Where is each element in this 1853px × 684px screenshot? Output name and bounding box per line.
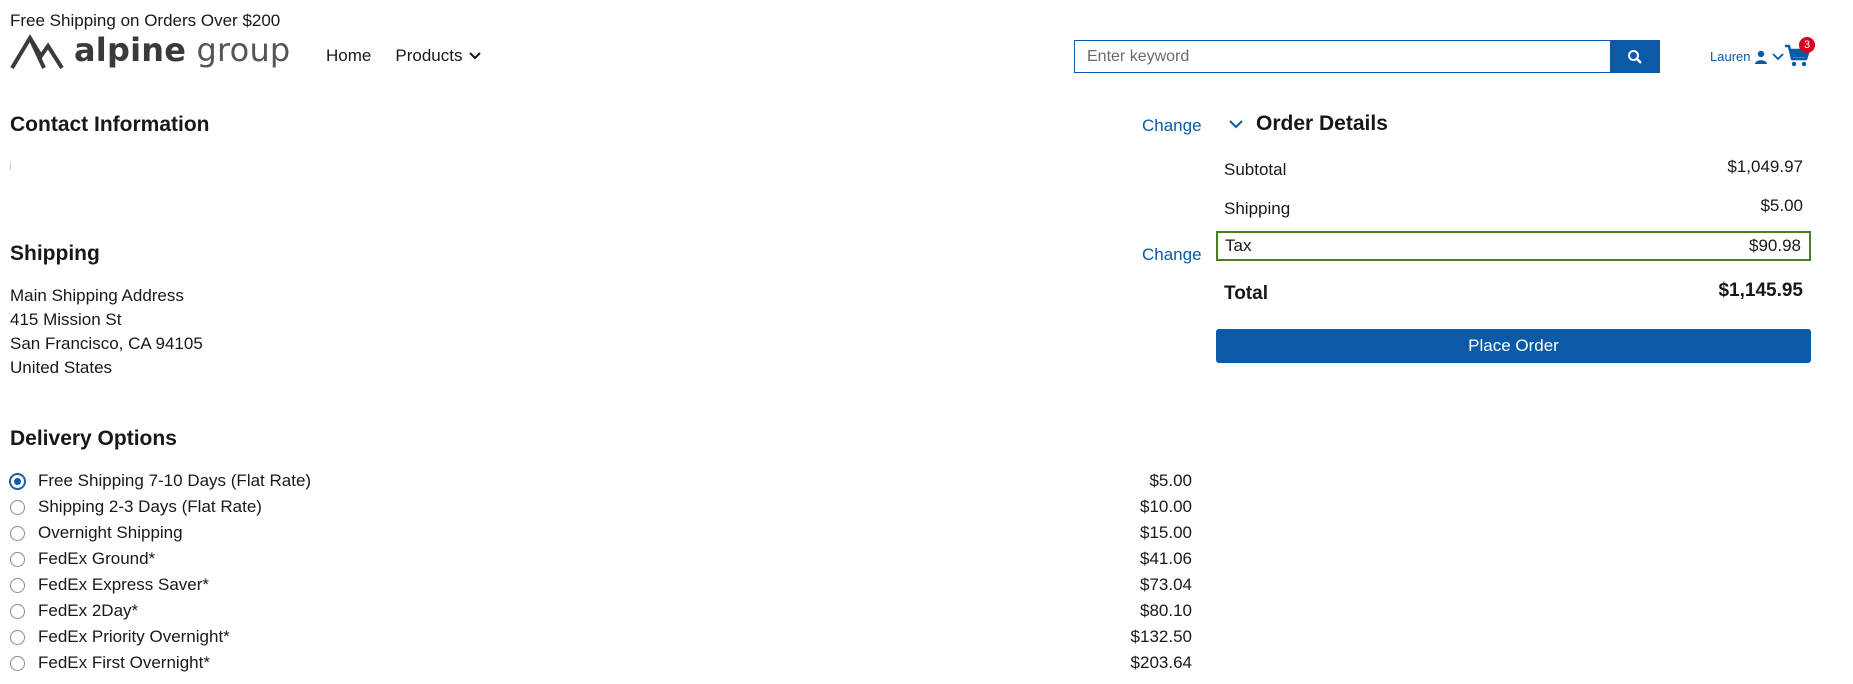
delivery-option-label: FedEx Priority Overnight* bbox=[38, 627, 230, 646]
radio-button[interactable] bbox=[10, 525, 25, 541]
delivery-title: Delivery Options bbox=[10, 427, 177, 450]
logo-word-group: group bbox=[196, 31, 291, 69]
delivery-option-label: Free Shipping 7-10 Days (Flat Rate) bbox=[38, 471, 312, 490]
nav-home-label: Home bbox=[326, 46, 372, 65]
delivery-option-label: FedEx First Overnight* bbox=[38, 653, 210, 672]
tax-label: Tax bbox=[1225, 236, 1252, 255]
delivery-option[interactable]: FedEx 2Day* $80.10 bbox=[10, 598, 1192, 624]
place-order-button[interactable]: Place Order bbox=[1216, 329, 1811, 363]
divider bbox=[10, 162, 11, 170]
logo-word-alpine: alpine bbox=[74, 31, 187, 69]
search-input[interactable] bbox=[1074, 40, 1610, 73]
nav-home[interactable]: Home bbox=[326, 46, 371, 66]
chevron-down-icon bbox=[469, 52, 482, 60]
user-menu[interactable]: Lauren bbox=[1710, 49, 1785, 64]
delivery-option-price: $73.04 bbox=[1140, 575, 1192, 594]
logo[interactable]: alpine group bbox=[10, 34, 290, 70]
logo-text: alpine group bbox=[74, 34, 290, 66]
delivery-option-price: $5.00 bbox=[1149, 471, 1192, 490]
shipping-cost-label: Shipping bbox=[1224, 199, 1291, 218]
search-button[interactable] bbox=[1610, 40, 1660, 73]
radio-button[interactable] bbox=[10, 551, 25, 567]
tax-value: $90.98 bbox=[1749, 236, 1801, 255]
shipping-title: Shipping bbox=[10, 242, 100, 265]
total-value: $1,145.95 bbox=[1718, 280, 1803, 301]
order-details-title: Order Details bbox=[1256, 112, 1388, 135]
promo-banner: Free Shipping on Orders Over $200 bbox=[10, 11, 281, 30]
nav-products-label: Products bbox=[395, 46, 463, 65]
main-nav: Home Products bbox=[326, 46, 482, 66]
radio-button[interactable] bbox=[10, 577, 25, 593]
delivery-option[interactable]: Overnight Shipping $15.00 bbox=[10, 520, 1192, 546]
delivery-option[interactable]: FedEx Ground* $41.06 bbox=[10, 546, 1192, 572]
address-line: United States bbox=[10, 358, 113, 377]
contact-change-link[interactable]: Change bbox=[1142, 116, 1202, 136]
chevron-down-icon bbox=[1772, 52, 1785, 60]
delivery-option-label: FedEx 2Day* bbox=[38, 601, 139, 620]
delivery-option[interactable]: Free Shipping 7-10 Days (Flat Rate) $5.0… bbox=[10, 468, 1192, 494]
shipping-cost-value: $5.00 bbox=[1760, 196, 1803, 215]
radio-button[interactable] bbox=[10, 499, 25, 515]
contact-title: Contact Information bbox=[10, 113, 210, 136]
cart-button[interactable]: 3 bbox=[1784, 37, 1815, 73]
search-icon bbox=[1628, 49, 1642, 64]
radio-button[interactable] bbox=[10, 655, 25, 671]
user-icon bbox=[1755, 50, 1768, 64]
shipping-address: Main Shipping Address 415 Mission St San… bbox=[10, 284, 203, 380]
radio-button[interactable] bbox=[10, 629, 25, 645]
subtotal-value: $1,049.97 bbox=[1727, 157, 1803, 176]
shipping-change-link[interactable]: Change bbox=[1142, 245, 1202, 265]
tax-row: Tax $90.98 bbox=[1216, 231, 1811, 261]
delivery-option[interactable]: Shipping 2-3 Days (Flat Rate) $10.00 bbox=[10, 494, 1192, 520]
order-details-toggle[interactable]: Order Details bbox=[1228, 112, 1388, 136]
delivery-option-price: $15.00 bbox=[1140, 523, 1192, 542]
cart-count-badge: 3 bbox=[1799, 37, 1815, 53]
delivery-option[interactable]: FedEx Express Saver* $73.04 bbox=[10, 572, 1192, 598]
address-line: San Francisco, CA 94105 bbox=[10, 334, 203, 353]
total-label: Total bbox=[1224, 283, 1268, 304]
total-row: Total $1,145.95 bbox=[1216, 280, 1811, 305]
nav-products[interactable]: Products bbox=[395, 46, 482, 66]
subtotal-label: Subtotal bbox=[1224, 160, 1287, 179]
radio-button[interactable] bbox=[10, 603, 25, 619]
mountain-logo-icon bbox=[10, 34, 64, 70]
delivery-option[interactable]: FedEx First Overnight* $203.64 bbox=[10, 650, 1192, 676]
address-line: Main Shipping Address bbox=[10, 286, 184, 305]
delivery-option-label: FedEx Express Saver* bbox=[38, 575, 210, 594]
radio-button[interactable] bbox=[10, 473, 25, 489]
delivery-option-label: Overnight Shipping bbox=[38, 523, 183, 542]
subtotal-row: Subtotal $1,049.97 bbox=[1216, 157, 1811, 180]
address-line: 415 Mission St bbox=[10, 310, 122, 329]
search-bar bbox=[1074, 40, 1660, 73]
delivery-option-label: Shipping 2-3 Days (Flat Rate) bbox=[38, 497, 262, 516]
chevron-down-icon bbox=[1229, 120, 1243, 129]
delivery-option-price: $10.00 bbox=[1140, 497, 1192, 516]
delivery-option-price: $132.50 bbox=[1130, 627, 1192, 646]
delivery-options-list: Free Shipping 7-10 Days (Flat Rate) $5.0… bbox=[10, 468, 1192, 676]
delivery-option-label: FedEx Ground* bbox=[38, 549, 156, 568]
shipping-row: Shipping $5.00 bbox=[1216, 196, 1811, 219]
user-name: Lauren bbox=[1710, 49, 1751, 64]
delivery-option[interactable]: FedEx Priority Overnight* $132.50 bbox=[10, 624, 1192, 650]
delivery-option-price: $80.10 bbox=[1140, 601, 1192, 620]
delivery-option-price: $203.64 bbox=[1130, 653, 1192, 672]
delivery-option-price: $41.06 bbox=[1140, 549, 1192, 568]
